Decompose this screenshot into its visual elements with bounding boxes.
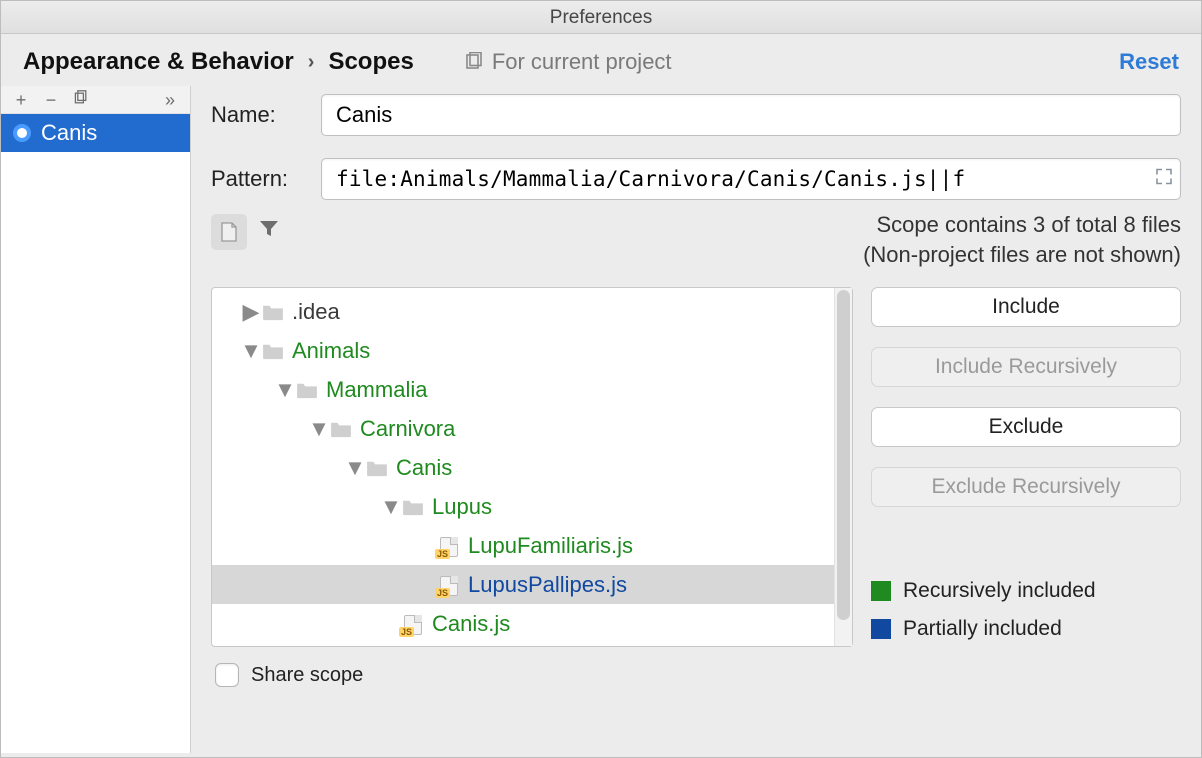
pattern-row: Pattern:: [211, 158, 1181, 200]
filter-button[interactable]: [257, 217, 281, 247]
file-icon: [220, 222, 238, 242]
current-project-label: For current project: [492, 49, 672, 75]
copy-icon: [464, 52, 484, 72]
tree-folder[interactable]: ▶.idea: [212, 292, 834, 331]
name-input[interactable]: [321, 94, 1181, 136]
status-line-2: (Non-project files are not shown): [661, 240, 1181, 270]
copy-button[interactable]: [71, 90, 91, 109]
tree-toolbar: [211, 210, 281, 260]
swatch-navy: [871, 619, 891, 639]
legend: Recursively included Partially included: [871, 579, 1181, 641]
sidebar-item-canis[interactable]: Canis: [1, 114, 190, 152]
new-file-button[interactable]: [211, 214, 247, 250]
copy-icon: [73, 90, 89, 106]
name-label: Name:: [211, 102, 307, 128]
funnel-icon: [257, 217, 281, 241]
tree-folder[interactable]: ▼Mammalia: [212, 370, 834, 409]
share-scope-label: Share scope: [251, 664, 363, 687]
more-button[interactable]: »: [160, 91, 180, 109]
file-tree[interactable]: ▶.idea▼Animals▼Mammalia▼Carnivora▼Canis▼…: [211, 287, 853, 647]
name-row: Name:: [211, 94, 1181, 136]
legend-recursively: Recursively included: [903, 579, 1096, 603]
main-panel: Name: Pattern: Scope contains 3 of total…: [191, 86, 1201, 753]
sidebar: + − » Canis: [1, 86, 191, 753]
breadcrumb-current: Scopes: [328, 48, 413, 76]
chevron-right-icon: ›: [308, 51, 315, 74]
breadcrumb-root[interactable]: Appearance & Behavior: [23, 48, 294, 76]
tree-file[interactable]: JSLupuFamiliaris.js: [212, 526, 834, 565]
scope-status: Scope contains 3 of total 8 files (Non-p…: [661, 210, 1181, 269]
add-button[interactable]: +: [11, 91, 31, 109]
actions-column: Include Include Recursively Exclude Excl…: [871, 287, 1181, 641]
legend-partially: Partially included: [903, 617, 1062, 641]
remove-button[interactable]: −: [41, 91, 61, 109]
current-project-hint: For current project: [464, 49, 672, 75]
include-recursively-button[interactable]: Include Recursively: [871, 347, 1181, 387]
tree-folder[interactable]: ▼Canis: [212, 448, 834, 487]
pattern-input[interactable]: [321, 158, 1181, 200]
scrollbar[interactable]: [834, 288, 852, 646]
reset-link[interactable]: Reset: [1119, 49, 1179, 75]
swatch-green: [871, 581, 891, 601]
include-button[interactable]: Include: [871, 287, 1181, 327]
radio-icon: [13, 124, 31, 142]
status-line-1: Scope contains 3 of total 8 files: [661, 210, 1181, 240]
tree-file[interactable]: JSCanis.js: [212, 604, 834, 643]
tree-folder[interactable]: ▼Animals: [212, 331, 834, 370]
exclude-button[interactable]: Exclude: [871, 407, 1181, 447]
tree-folder[interactable]: ▼Lupus: [212, 487, 834, 526]
window-title: Preferences: [1, 1, 1201, 34]
sidebar-item-label: Canis: [41, 120, 97, 146]
tree-folder[interactable]: ▼Carnivora: [212, 409, 834, 448]
share-scope-row: Share scope: [211, 663, 1181, 687]
tree-file[interactable]: JSLupusPallipes.js: [212, 565, 834, 604]
pattern-label: Pattern:: [211, 166, 307, 192]
sidebar-toolbar: + − »: [1, 86, 190, 114]
exclude-recursively-button[interactable]: Exclude Recursively: [871, 467, 1181, 507]
expand-icon[interactable]: [1155, 168, 1173, 191]
breadcrumb-bar: Appearance & Behavior › Scopes For curre…: [1, 34, 1201, 86]
share-scope-checkbox[interactable]: [215, 663, 239, 687]
